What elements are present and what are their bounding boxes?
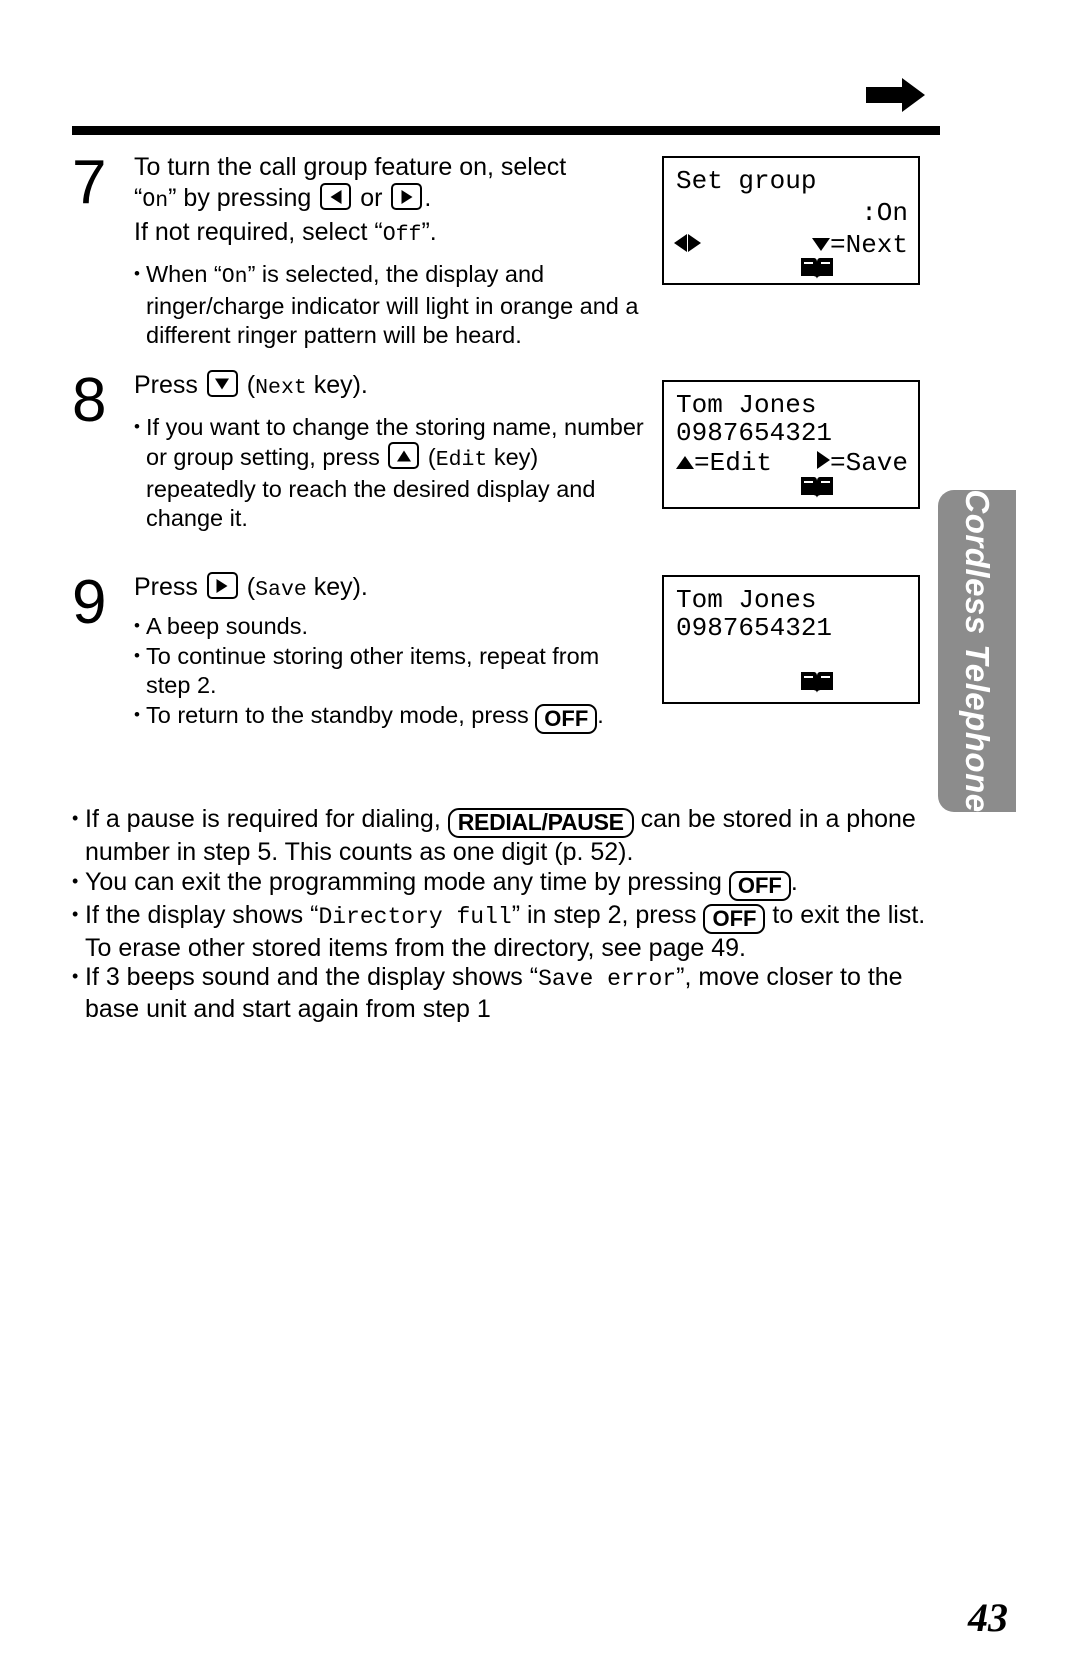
- step-8-instruction: Press (Next key).: [134, 370, 368, 400]
- step-7-text-2: by pressing: [183, 184, 312, 212]
- step-9-text-1: Press: [134, 573, 198, 601]
- lcd2-line1: Tom Jones: [676, 390, 817, 420]
- step-9-bullet-2: To continue storing other items, repeat …: [134, 641, 644, 700]
- step-9-bullets: A beep sounds. To continue storing other…: [134, 611, 644, 734]
- step-8-bullet-1: If you want to change the storing name, …: [134, 412, 644, 533]
- step-7-text-1: To turn the call group feature on, selec…: [134, 153, 567, 181]
- step-7-bullet-1: When “On” is selected, the display and r…: [134, 259, 644, 350]
- note-2: You can exit the programming mode any ti…: [72, 867, 932, 901]
- up-arrow-key-icon[interactable]: [388, 442, 420, 469]
- step-9-text-2: key).: [313, 573, 368, 601]
- step-9-bullet-3: To return to the standby mode, press OFF…: [134, 700, 644, 734]
- right-triangle-icon: [816, 451, 830, 469]
- note-4: If 3 beeps sound and the display shows “…: [72, 962, 932, 1024]
- step-7-or: or: [360, 184, 383, 212]
- step-9-bullet-3-pre: To return to the standby mode, press: [146, 702, 529, 728]
- note-2-post: .: [790, 867, 798, 896]
- step-9-body: Press (Save key). A beep sounds. To cont…: [134, 572, 644, 735]
- off-key-icon[interactable]: OFF: [728, 870, 791, 901]
- open-book-icon: [801, 258, 833, 279]
- page-number: 43: [968, 1595, 1008, 1640]
- lcd2-line2: 0987654321: [676, 418, 833, 448]
- lcd1-line2: :On: [861, 198, 908, 228]
- note-4-display-text: Save error: [538, 966, 677, 992]
- note-1-pre: If a pause is required for dialing,: [85, 805, 441, 833]
- step-9-instruction: Press (Save key).: [134, 572, 368, 602]
- off-key-icon[interactable]: OFF: [535, 704, 598, 734]
- notes-list: If a pause is required for dialing, REDI…: [72, 804, 932, 1024]
- step-7-bullets: When “On” is selected, the display and r…: [134, 259, 644, 350]
- down-arrow-key-icon[interactable]: [206, 370, 238, 397]
- lcd2-save-label: =Save: [829, 448, 908, 478]
- step-7-text-3: If not required, select: [134, 218, 368, 246]
- section-tab: Cordless Telephone: [938, 489, 1016, 813]
- lcd2-line3-left: =Edit: [676, 448, 772, 478]
- step-7-body: To turn the call group feature on, selec…: [134, 152, 644, 351]
- off-key-icon[interactable]: OFF: [703, 903, 766, 934]
- lcd1-line1: Set group: [676, 166, 817, 196]
- step-9-bullet-3-post: .: [597, 702, 604, 728]
- down-triangle-icon: [811, 238, 830, 251]
- redial-pause-key-icon[interactable]: REDIAL/PAUSE: [447, 808, 634, 838]
- step-7-number: 7: [72, 148, 107, 217]
- up-triangle-icon: [676, 456, 694, 469]
- step-7-bullet-1-post: is selected, the display and ringer/char…: [146, 261, 639, 348]
- step-8-bullet-key-label: Edit: [435, 448, 488, 472]
- right-arrow-key-icon[interactable]: [391, 183, 423, 210]
- note-3-pre: If the display shows: [85, 900, 304, 929]
- lcd3-line1: Tom Jones: [676, 585, 817, 615]
- note-1: If a pause is required for dialing, REDI…: [72, 804, 932, 868]
- section-tab-label: Cordless Telephone: [959, 489, 996, 813]
- step-9-key-label: Save: [255, 578, 307, 602]
- step-7-instruction: To turn the call group feature on, selec…: [134, 153, 567, 247]
- left-arrow-key-icon[interactable]: [320, 183, 352, 210]
- note-3: If the display shows “Directory full” in…: [72, 900, 932, 964]
- step-7-bullet-1-pre: When: [146, 261, 208, 287]
- set-group-screen: Set group :On =Next: [662, 156, 920, 285]
- open-book-icon: [801, 477, 833, 498]
- left-right-arrows-icon: [674, 234, 701, 252]
- step-8-key-label: Next: [255, 376, 307, 400]
- step-7-bullet-1-value: On: [221, 265, 248, 289]
- right-arrow-key-icon[interactable]: [206, 572, 238, 599]
- step-9-number: 9: [72, 568, 107, 637]
- open-book-icon: [801, 672, 833, 693]
- step-7-value-off: Off: [382, 223, 422, 247]
- step-8-text-1: Press: [134, 371, 198, 399]
- lcd2-edit-label: =Edit: [694, 448, 773, 478]
- tom-jones-edit-screen: Tom Jones 0987654321 =Edit =Save: [662, 380, 920, 509]
- note-2-pre: You can exit the programming mode any ti…: [85, 867, 722, 896]
- step-8-text-2: key).: [313, 371, 368, 399]
- header-divider: [72, 126, 940, 135]
- manual-page: Cordless Telephone 7 To turn the call gr…: [0, 0, 1080, 1669]
- step-8-number: 8: [72, 366, 107, 435]
- note-3-mid: in step 2, press: [526, 900, 697, 929]
- step-8-body: Press (Next key). If you want to change …: [134, 370, 644, 534]
- step-7-value-on: On: [142, 189, 169, 213]
- tom-jones-saved-screen: Tom Jones 0987654321: [662, 575, 920, 704]
- step-8-bullets: If you want to change the storing name, …: [134, 412, 644, 533]
- lcd3-line2: 0987654321: [676, 613, 833, 643]
- note-3-display-text: Directory full: [318, 903, 512, 930]
- step-9-bullet-1: A beep sounds.: [134, 611, 644, 641]
- lcd1-line3-label: =Next: [829, 230, 908, 260]
- note-4-pre: If 3 beeps sound and the display shows: [85, 963, 523, 991]
- right-arrow-icon: [866, 78, 925, 112]
